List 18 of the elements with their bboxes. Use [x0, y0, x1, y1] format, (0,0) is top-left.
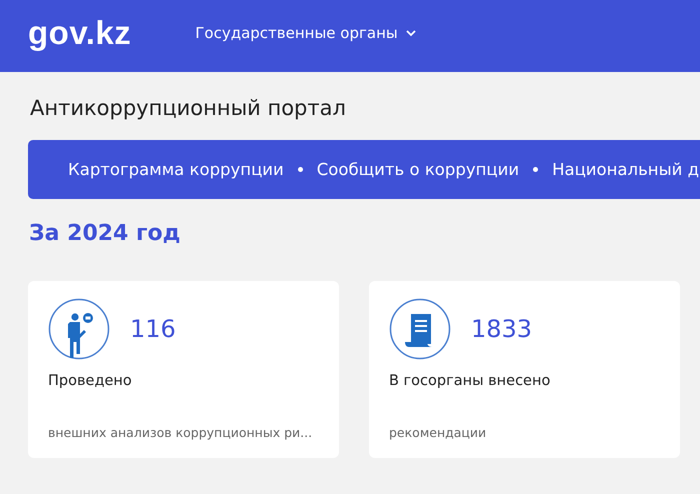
stat-caption: внешних анализов коррупционных ри...: [48, 425, 314, 440]
document-icon: [389, 298, 451, 360]
nav-link[interactable]: Картограмма коррупции: [68, 160, 284, 179]
stat-label: В госорганы внесено: [389, 373, 552, 389]
nav-link[interactable]: Национальный д: [552, 160, 699, 179]
bullet-icon: [533, 167, 538, 172]
stat-caption: рекомендации: [389, 425, 488, 440]
person-icon: [48, 298, 110, 360]
nav-link[interactable]: Сообщить о коррупции: [316, 160, 520, 179]
chevron-down-icon: [406, 30, 416, 36]
site-logo[interactable]: gov.kz: [28, 14, 132, 52]
agencies-menu[interactable]: Государственные органы: [195, 24, 416, 42]
section-title: За 2024 год: [29, 221, 182, 246]
stat-label: Проведено: [48, 373, 133, 389]
stat-value: 1833: [471, 315, 532, 343]
page-title: Антикоррупционный портал: [30, 96, 347, 120]
bullet-icon: [298, 167, 303, 172]
stat-value: 116: [130, 315, 176, 343]
